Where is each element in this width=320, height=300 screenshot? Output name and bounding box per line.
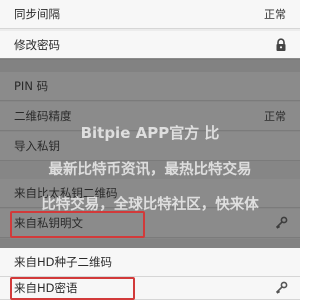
watermark-line-2: 最新比特币资讯，最热比特交易 [48, 162, 252, 178]
import-private-key-label: 导入私钥 [14, 139, 60, 153]
from-hd-seed-qr-label: 来自HD种子二维码 [14, 255, 113, 269]
from-btc-key-qr-label: 来自比太私钥二维码 [14, 186, 118, 200]
section-gap [0, 60, 300, 72]
from-hd-phrase-row[interactable]: 来自HD密语 [0, 277, 300, 300]
change-password-label: 修改密码 [14, 38, 60, 52]
qr-precision-label: 二维码精度 [14, 109, 72, 123]
key-icon [275, 216, 288, 229]
from-btc-key-qr-row[interactable]: 来自比太私钥二维码 [0, 179, 300, 208]
section-gap [0, 239, 300, 248]
pin-code-row[interactable]: PIN 码 [0, 72, 300, 101]
qr-precision-row[interactable]: 二维码精度 正常 [0, 102, 300, 131]
sync-interval-label: 同步间隔 [14, 7, 60, 21]
import-private-key-row[interactable]: 导入私钥 [0, 132, 300, 161]
change-password-row[interactable]: 修改密码 [0, 31, 300, 60]
qr-precision-value: 正常 [264, 110, 286, 123]
sync-interval-row[interactable]: 同步间隔 正常 [0, 0, 300, 29]
from-private-key-plain-row[interactable]: 来自私钥明文 [0, 209, 300, 238]
settings-screen: 同步间隔 正常 修改密码 PIN 码 二维码精度 正常 导入私钥 来自比太私钥二… [0, 0, 300, 300]
from-private-key-plain-label: 来自私钥明文 [14, 216, 83, 230]
pin-code-label: PIN 码 [14, 79, 49, 93]
from-hd-phrase-label: 来自HD密语 [14, 281, 78, 295]
from-hd-seed-qr-row[interactable]: 来自HD种子二维码 [0, 248, 300, 277]
lock-icon [276, 38, 286, 51]
key-icon [275, 281, 288, 294]
sync-interval-value: 正常 [264, 8, 286, 21]
